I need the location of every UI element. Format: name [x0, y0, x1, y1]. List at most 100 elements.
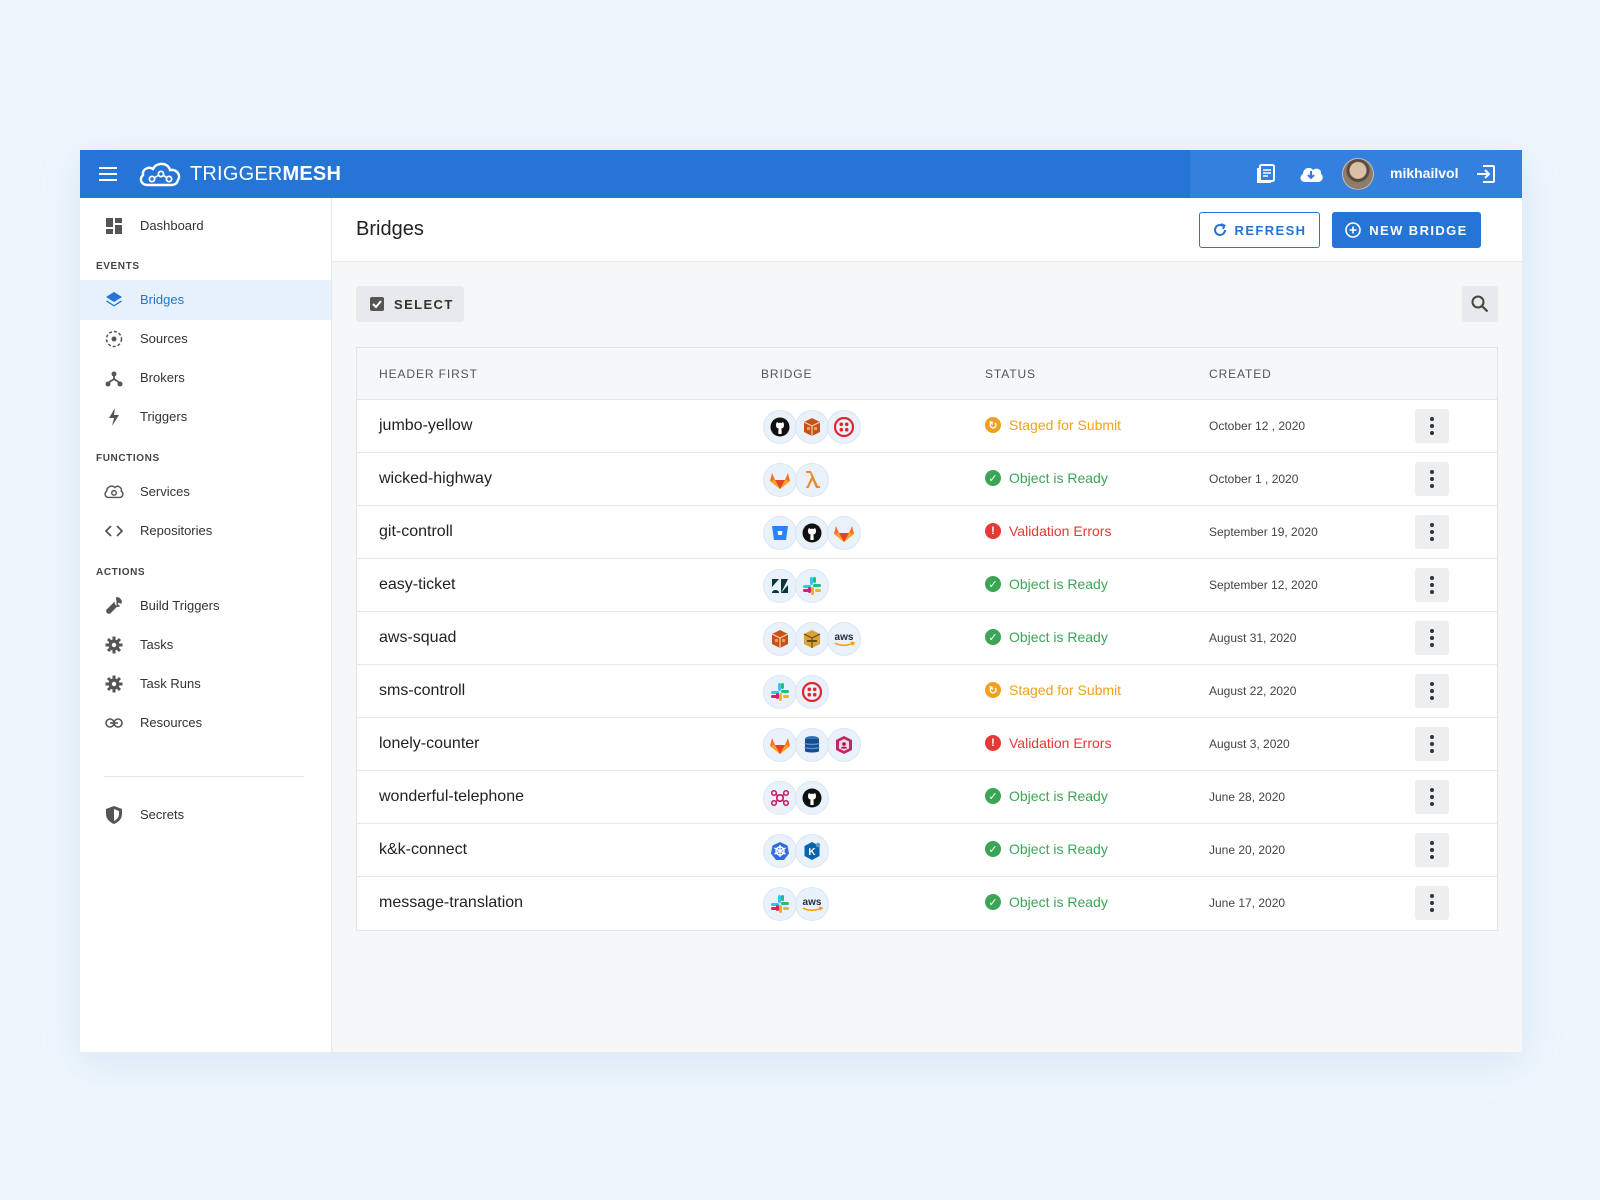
main-content: Bridges REFRESH NEW BRIDGE SELECT HEADER…	[332, 198, 1522, 1052]
wrench-icon	[104, 596, 124, 616]
hamburger-menu-icon[interactable]	[96, 162, 120, 186]
column-header-status[interactable]: STATUS	[985, 367, 1036, 381]
status-badge: ✓ Object is Ready	[985, 841, 1108, 857]
status-text: Validation Errors	[1009, 735, 1112, 751]
more-vert-icon[interactable]	[1415, 886, 1449, 920]
sidebar-item-resources[interactable]: Resources	[80, 703, 331, 743]
table-row[interactable]: jumbo-yellow ↻ Staged for Submit October 12…	[357, 400, 1497, 453]
status-text: Object is Ready	[1009, 470, 1108, 486]
aws-box-icon	[763, 622, 797, 656]
sidebar-item-bridges[interactable]: Bridges	[80, 280, 331, 320]
bridge-name[interactable]: git-controll	[379, 523, 453, 541]
sidebar-item-label: Brokers	[140, 370, 185, 385]
sidebar-item-services[interactable]: Services	[80, 472, 331, 512]
sidebar-item-dashboard[interactable]: Dashboard	[80, 206, 331, 246]
sidebar-item-label: Build Triggers	[140, 598, 220, 613]
ready-status-icon: ✓	[985, 576, 1001, 592]
status-badge: ✓ Object is Ready	[985, 629, 1108, 645]
bridge-component-icons	[763, 410, 861, 444]
table-row[interactable]: k&k-connect K ✓ Object is Ready June 20, 202…	[357, 824, 1497, 877]
table-row[interactable]: git-controll! Validation Errors September …	[357, 506, 1497, 559]
sidebar-item-task-runs[interactable]: Task Runs	[80, 664, 331, 704]
table-row[interactable]: easy-ticket ✓ Object is Ready September 12,…	[357, 559, 1497, 612]
sidebar-item-repositories[interactable]: Repositories	[80, 511, 331, 551]
sidebar: Dashboard EVENTS Bridges Sources Brokers…	[80, 198, 332, 1052]
bridge-name[interactable]: sms-controll	[379, 682, 465, 700]
bridge-name[interactable]: wicked-highway	[379, 470, 492, 488]
twilio-icon	[795, 675, 829, 709]
table-row[interactable]: aws-squad aws ✓ Object is Ready August 31, 2…	[357, 612, 1497, 665]
github-icon	[795, 516, 829, 550]
sidebar-item-sources[interactable]: Sources	[80, 319, 331, 359]
username[interactable]: mikhailvol	[1390, 165, 1458, 181]
status-text: Object is Ready	[1009, 576, 1108, 592]
more-vert-icon[interactable]	[1415, 621, 1449, 655]
table-row[interactable]: sms-controll ↻ Staged for Submit August 22,…	[357, 665, 1497, 718]
created-date: September 19, 2020	[1209, 525, 1318, 539]
shield-icon	[104, 805, 124, 825]
bridge-name[interactable]: k&k-connect	[379, 841, 467, 859]
add-circle-icon	[1345, 222, 1362, 238]
sidebar-item-build-triggers[interactable]: Build Triggers	[80, 586, 331, 626]
more-vert-icon[interactable]	[1415, 409, 1449, 443]
sidebar-item-triggers[interactable]: Triggers	[80, 397, 331, 437]
docs-icon[interactable]	[1254, 162, 1278, 186]
error-status-icon: !	[985, 735, 1001, 751]
new-bridge-label: NEW BRIDGE	[1369, 222, 1468, 238]
gear-icon	[104, 635, 124, 655]
bridge-name[interactable]: message-translation	[379, 894, 523, 912]
cloud-gear-icon	[104, 482, 124, 502]
more-vert-icon[interactable]	[1415, 515, 1449, 549]
sidebar-item-tasks[interactable]: Tasks	[80, 625, 331, 665]
table-row[interactable]: wicked-highway ✓ Object is Ready October 1 …	[357, 453, 1497, 506]
slack-icon	[795, 569, 829, 603]
new-bridge-button[interactable]: NEW BRIDGE	[1332, 212, 1481, 248]
column-header-bridge[interactable]: BRIDGE	[761, 367, 812, 381]
more-vert-icon[interactable]	[1415, 780, 1449, 814]
github-icon	[763, 410, 797, 444]
status-text: Object is Ready	[1009, 841, 1108, 857]
table-row[interactable]: message-translation aws ✓ Object is Ready Ju…	[357, 877, 1497, 930]
more-vert-icon[interactable]	[1415, 568, 1449, 602]
more-vert-icon[interactable]	[1415, 833, 1449, 867]
app-logo[interactable]: TRIGGERMESH	[136, 158, 341, 190]
page-header: Bridges REFRESH NEW BRIDGE	[332, 198, 1522, 262]
dashboard-icon	[104, 216, 124, 236]
search-button[interactable]	[1462, 286, 1498, 322]
table-row[interactable]: lonely-counter! Validation Errors August 3…	[357, 718, 1497, 771]
ready-status-icon: ✓	[985, 894, 1001, 910]
sidebar-item-label: Task Runs	[140, 676, 201, 691]
more-vert-icon[interactable]	[1415, 462, 1449, 496]
sidebar-item-label: Dashboard	[140, 218, 204, 233]
bridge-component-icons: aws	[763, 887, 829, 921]
sidebar-item-brokers[interactable]: Brokers	[80, 358, 331, 398]
logout-icon[interactable]	[1474, 162, 1498, 186]
column-header-created[interactable]: CREATED	[1209, 367, 1272, 381]
table-row[interactable]: wonderful-telephone ✓ Object is Ready June …	[357, 771, 1497, 824]
column-header-name[interactable]: HEADER FIRST	[379, 367, 478, 381]
bridge-name[interactable]: jumbo-yellow	[379, 417, 472, 435]
select-button[interactable]: SELECT	[356, 286, 464, 322]
bridge-component-icons	[763, 728, 861, 762]
slack-icon	[763, 887, 797, 921]
section-actions: ACTIONS	[96, 567, 146, 578]
svg-text:aws: aws	[803, 897, 822, 908]
bridge-name[interactable]: aws-squad	[379, 629, 456, 647]
code-icon	[104, 521, 124, 541]
created-date: June 20, 2020	[1209, 843, 1286, 857]
sidebar-divider	[104, 776, 304, 777]
cloud-download-icon[interactable]	[1297, 162, 1325, 186]
lightning-icon	[104, 407, 124, 427]
bridge-name[interactable]: wonderful-telephone	[379, 788, 524, 806]
more-vert-icon[interactable]	[1415, 727, 1449, 761]
refresh-button[interactable]: REFRESH	[1199, 212, 1320, 248]
sidebar-item-label: Services	[140, 484, 190, 499]
bridge-name[interactable]: easy-ticket	[379, 576, 455, 594]
status-text: Staged for Submit	[1009, 682, 1122, 698]
sidebar-item-label: Resources	[140, 715, 203, 730]
more-vert-icon[interactable]	[1415, 674, 1449, 708]
sidebar-item-secrets[interactable]: Secrets	[80, 795, 331, 835]
kubernetes-icon	[763, 834, 797, 868]
bridge-name[interactable]: lonely-counter	[379, 735, 480, 753]
user-avatar[interactable]	[1342, 158, 1374, 190]
